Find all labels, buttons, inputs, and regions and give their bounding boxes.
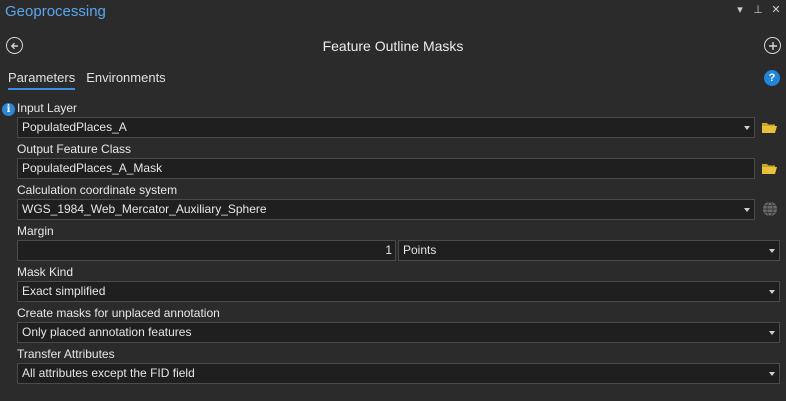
- output-fc-label: Output Feature Class: [17, 142, 132, 156]
- chevron-down-icon: [769, 372, 775, 376]
- input-layer-value: PopulatedPlaces_A: [22, 120, 127, 134]
- output-fc-input[interactable]: PopulatedPlaces_A_Mask: [17, 158, 755, 179]
- tool-title: Feature Outline Masks: [322, 38, 464, 54]
- tab-parameters[interactable]: Parameters: [8, 70, 76, 90]
- add-button[interactable]: [764, 37, 781, 54]
- chevron-down-icon: [744, 126, 750, 130]
- help-icon[interactable]: ?: [764, 70, 780, 86]
- folder-icon[interactable]: [761, 121, 778, 135]
- unplaced-dropdown[interactable]: Only placed annotation features: [17, 322, 780, 343]
- coord-sys-label: Calculation coordinate system: [17, 183, 178, 197]
- pane-title: Geoprocessing: [5, 3, 106, 20]
- unplaced-label: Create masks for unplaced annotation: [17, 306, 220, 320]
- margin-unit-value: Points: [403, 243, 437, 257]
- mask-kind-dropdown[interactable]: Exact simplified: [17, 281, 780, 302]
- margin-value: 1: [385, 243, 392, 257]
- tab-environments[interactable]: Environments: [86, 70, 165, 90]
- mask-kind-label: Mask Kind: [17, 265, 74, 279]
- globe-icon[interactable]: [762, 201, 778, 217]
- pane-menu-icon[interactable]: ▾: [734, 3, 746, 16]
- output-fc-value: PopulatedPlaces_A_Mask: [22, 161, 163, 175]
- info-icon[interactable]: i: [2, 103, 15, 116]
- transfer-dropdown[interactable]: All attributes except the FID field: [17, 363, 780, 384]
- chevron-down-icon: [769, 249, 775, 253]
- mask-kind-value: Exact simplified: [22, 284, 106, 298]
- folder-icon[interactable]: [761, 162, 778, 176]
- tool-tabs: Parameters Environments: [8, 70, 166, 90]
- chevron-down-icon: [744, 208, 750, 212]
- transfer-label: Transfer Attributes: [17, 347, 115, 361]
- margin-label: Margin: [17, 224, 54, 238]
- unplaced-value: Only placed annotation features: [22, 325, 192, 339]
- pin-icon[interactable]: ⊥: [752, 3, 764, 16]
- margin-input[interactable]: 1: [17, 240, 396, 261]
- plus-icon: [768, 41, 777, 50]
- input-layer-label: Input Layer: [17, 101, 78, 115]
- chevron-down-icon: [769, 290, 775, 294]
- transfer-value: All attributes except the FID field: [22, 366, 195, 380]
- close-icon[interactable]: ✕: [770, 3, 782, 16]
- window-controls: ▾ ⊥ ✕: [734, 3, 782, 16]
- coord-sys-value: WGS_1984_Web_Mercator_Auxiliary_Sphere: [22, 202, 267, 216]
- input-layer-dropdown[interactable]: PopulatedPlaces_A: [17, 117, 755, 138]
- tool-header: Feature Outline Masks: [0, 30, 786, 60]
- chevron-down-icon: [769, 331, 775, 335]
- coord-sys-dropdown[interactable]: WGS_1984_Web_Mercator_Auxiliary_Sphere: [17, 199, 755, 220]
- margin-unit-dropdown[interactable]: Points: [398, 240, 780, 261]
- pane-titlebar: Geoprocessing ▾ ⊥ ✕: [0, 0, 786, 24]
